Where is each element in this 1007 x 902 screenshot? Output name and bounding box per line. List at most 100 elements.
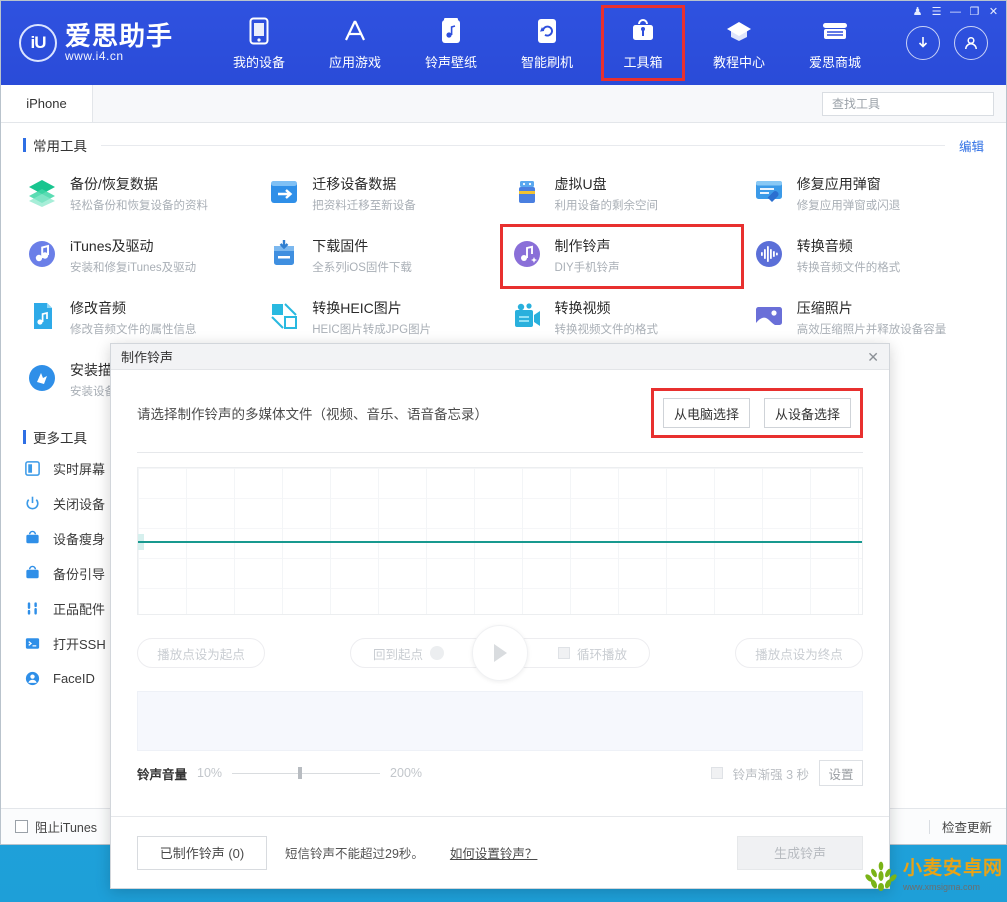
more-item-label: 设备瘦身 bbox=[53, 531, 106, 547]
back-to-start-icon bbox=[430, 646, 445, 660]
set-end-label: 播放点设为终点 bbox=[755, 647, 843, 662]
tool-convert-audio[interactable]: 转换音频 转换音频文件的格式 bbox=[746, 225, 988, 287]
install-icon bbox=[25, 361, 59, 395]
set-start-button[interactable]: 播放点设为起点 bbox=[137, 638, 265, 668]
block-itunes-checkbox[interactable]: 阻止iTunes bbox=[15, 817, 97, 836]
loop-play-checkbox[interactable]: 循环播放 bbox=[557, 644, 627, 663]
tool-download-firmware[interactable]: 下载固件 全系列iOS固件下载 bbox=[261, 225, 503, 287]
device-tabbar: iPhone bbox=[1, 85, 1006, 123]
minimize-icon[interactable]: — bbox=[947, 4, 964, 19]
ringtone-make-icon bbox=[510, 237, 544, 271]
nav-label: 应用游戏 bbox=[328, 54, 381, 70]
common-tools-title: 常用工具 bbox=[33, 139, 87, 154]
screen: iU 爱思助手 www.i4.cn 我的设备 应用游戏 铃声壁纸 智能刷机 工具… bbox=[0, 0, 1007, 902]
how-to-set-ringtone-link[interactable]: 如何设置铃声？ bbox=[450, 843, 538, 862]
nav-label: 铃声壁纸 bbox=[424, 54, 477, 70]
checkbox-box[interactable] bbox=[15, 820, 28, 833]
source-prompt: 请选择制作铃声的多媒体文件（视频、音乐、语音备忘录） bbox=[137, 407, 488, 422]
slider-thumb[interactable] bbox=[298, 767, 303, 779]
audio-file-icon bbox=[25, 299, 59, 333]
tool-title: 下载固件 bbox=[312, 237, 369, 254]
pick-from-computer-button[interactable]: 从电脑选择 bbox=[662, 398, 750, 428]
fade-in-checkbox[interactable] bbox=[710, 767, 723, 779]
nav-item-store[interactable]: 爱思商城 bbox=[787, 1, 883, 85]
flash-icon bbox=[536, 16, 558, 46]
slider-track bbox=[232, 772, 381, 774]
trophy-icon[interactable]: ♟ bbox=[909, 4, 926, 19]
fade-in-label: 铃声渐强 3 秒 bbox=[732, 767, 809, 782]
back-to-start-button[interactable]: 回到起点 bbox=[373, 644, 445, 663]
set-end-button[interactable]: 播放点设为终点 bbox=[735, 638, 863, 668]
tool-itunes-driver[interactable]: iTunes及驱动 安装和修复iTunes及驱动 bbox=[19, 225, 261, 287]
more-item-label: FaceID bbox=[53, 670, 95, 686]
close-icon[interactable]: ✕ bbox=[867, 350, 879, 364]
tool-virtual-usb[interactable]: 虚拟U盘 利用设备的剩余空间 bbox=[504, 163, 746, 225]
volume-slider[interactable] bbox=[232, 766, 381, 780]
tool-desc: 高效压缩照片并释放设备容量 bbox=[796, 323, 947, 336]
nav-label: 教程中心 bbox=[712, 54, 765, 70]
source-buttons-group: 从电脑选择 从设备选择 bbox=[650, 388, 864, 438]
tool-desc: 修复应用弹窗或闪退 bbox=[796, 199, 901, 212]
waveform-baseline bbox=[138, 541, 862, 543]
generate-ringtone-button[interactable]: 生成铃声 bbox=[737, 835, 863, 870]
pick-from-device-button[interactable]: 从设备选择 bbox=[763, 398, 851, 428]
account-button[interactable] bbox=[954, 26, 988, 60]
loop-play-label: 循环播放 bbox=[576, 647, 627, 662]
play-icon bbox=[494, 644, 507, 662]
tool-desc: HEIC图片转成JPG图片 bbox=[312, 323, 432, 336]
more-item-label: 正品配件 bbox=[53, 601, 106, 617]
tool-desc: 转换视频文件的格式 bbox=[554, 323, 659, 336]
nav-item-my-device[interactable]: 我的设备 bbox=[211, 1, 307, 85]
timeline-strip[interactable] bbox=[137, 691, 863, 751]
check-update-link[interactable]: 检查更新 bbox=[942, 817, 992, 836]
tool-backup-restore[interactable]: 备份/恢复数据 轻松备份和恢复设备的资料 bbox=[19, 163, 261, 225]
menu-icon[interactable]: ☰ bbox=[928, 4, 945, 19]
heic-icon bbox=[267, 299, 301, 333]
tool-edit-audio[interactable]: 修改音频 修改音频文件的属性信息 bbox=[19, 287, 261, 349]
transport-controls: 播放点设为起点 回到起点 循环播放 播放点设为终点 bbox=[137, 615, 863, 691]
block-itunes-label: 阻止iTunes bbox=[35, 821, 98, 835]
search-input[interactable] bbox=[832, 96, 987, 111]
tool-title: 虚拟U盘 bbox=[554, 176, 607, 192]
tool-compress-photo[interactable]: 压缩照片 高效压缩照片并释放设备容量 bbox=[746, 287, 988, 349]
power-icon bbox=[23, 494, 41, 512]
nav-item-tutorial[interactable]: 教程中心 bbox=[691, 1, 787, 85]
usb-icon bbox=[510, 175, 544, 209]
nav-item-ringtone-wallpaper[interactable]: 铃声壁纸 bbox=[403, 1, 499, 85]
tool-desc: 安装和修复iTunes及驱动 bbox=[70, 261, 197, 274]
tool-title: 修改音频 bbox=[70, 299, 126, 316]
fade-settings-button[interactable]: 设置 bbox=[819, 760, 863, 786]
edit-link[interactable]: 编辑 bbox=[959, 136, 984, 155]
nav-item-apps-games[interactable]: 应用游戏 bbox=[307, 1, 403, 85]
divider bbox=[101, 144, 945, 146]
checkbox-box[interactable] bbox=[557, 647, 570, 659]
header-right-actions bbox=[906, 26, 1006, 60]
tool-title: 转换音频 bbox=[796, 237, 853, 254]
tab-iphone[interactable]: iPhone bbox=[1, 85, 93, 122]
graduation-icon bbox=[725, 16, 753, 46]
close-icon[interactable]: ✕ bbox=[985, 4, 1002, 19]
nav-item-flash[interactable]: 智能刷机 bbox=[499, 1, 595, 85]
section-accent-bar bbox=[23, 429, 26, 444]
divider bbox=[928, 819, 930, 834]
more-item-label: 关闭设备 bbox=[53, 496, 106, 512]
tool-fix-app-popup[interactable]: 修复应用弹窗 修复应用弹窗或闪退 bbox=[746, 163, 988, 225]
maximize-icon[interactable]: ❐ bbox=[966, 4, 983, 19]
nav-label: 智能刷机 bbox=[520, 54, 573, 70]
tool-convert-video[interactable]: 转换视频 转换视频文件的格式 bbox=[504, 287, 746, 349]
waveform-panel[interactable] bbox=[137, 467, 863, 615]
search-box[interactable] bbox=[822, 91, 994, 116]
appstore-icon bbox=[341, 16, 369, 46]
tool-convert-heic[interactable]: 转换HEIC图片 HEIC图片转成JPG图片 bbox=[261, 287, 503, 349]
more-tools-title: 更多工具 bbox=[33, 430, 87, 446]
tool-migrate-data[interactable]: 迁移设备数据 把资料迁移至新设备 bbox=[261, 163, 503, 225]
download-button[interactable] bbox=[906, 26, 940, 60]
audio-wave-icon bbox=[752, 237, 786, 271]
dialog-source-row: 请选择制作铃声的多媒体文件（视频、音乐、语音备忘录） 从电脑选择 从设备选择 bbox=[111, 370, 889, 452]
play-button[interactable] bbox=[472, 625, 528, 681]
center-transport-group: 回到起点 循环播放 bbox=[350, 625, 650, 681]
nav-item-toolbox[interactable]: 工具箱 bbox=[595, 1, 691, 85]
tool-make-ringtone[interactable]: 制作铃声 DIY手机铃声 bbox=[499, 223, 746, 289]
set-start-label: 播放点设为起点 bbox=[157, 647, 245, 662]
made-ringtones-button[interactable]: 已制作铃声 (0) bbox=[137, 835, 267, 870]
